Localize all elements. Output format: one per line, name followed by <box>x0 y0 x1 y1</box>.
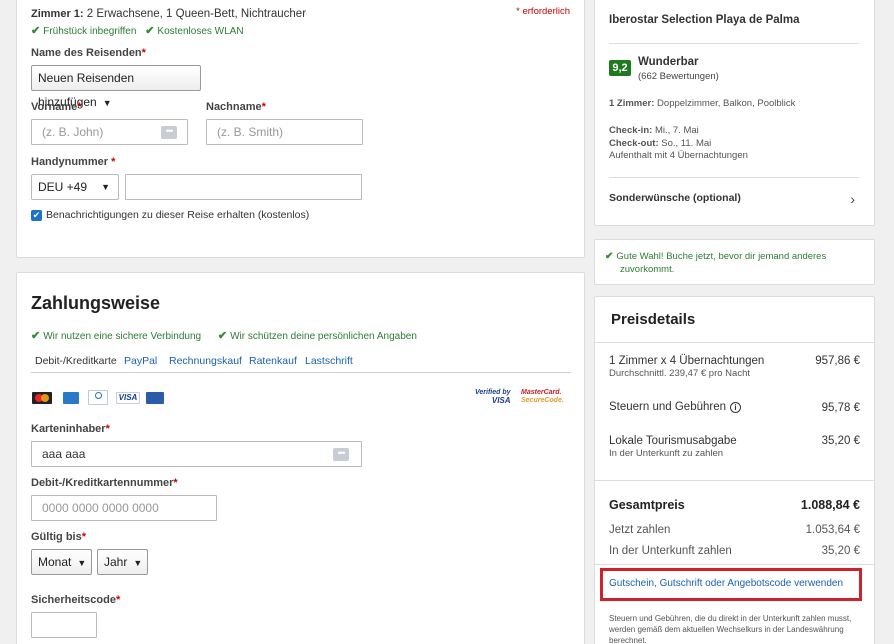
card-number-input[interactable]: 0000 0000 0000 0000 <box>31 495 217 521</box>
room-info: 1 Zimmer: Doppelzimmer, Balkon, Poolblic… <box>609 98 796 109</box>
chevron-down-icon: ▼ <box>133 558 143 568</box>
check-icon: ✔ <box>31 330 41 342</box>
chevron-down-icon: ▼ <box>101 182 110 192</box>
chevron-down-icon: ▼ <box>102 98 112 108</box>
card-holder-label: Karteninhaber* <box>31 423 110 435</box>
autofill-icon[interactable]: ••• <box>333 448 349 461</box>
amenity-wifi: Kostenloses WLAN <box>157 26 244 37</box>
expiry-year-select[interactable]: Jahr ▼ <box>97 549 148 575</box>
tab-direct-debit[interactable]: Lastschrift <box>305 355 353 367</box>
traveler-select[interactable]: Neuen Reisenden hinzufügen ▼ <box>31 65 201 109</box>
mastercard-securecode-logo-icon: MasterCard. SecureCode. <box>521 389 564 404</box>
traveler-name-label: Name des Reisenden* <box>31 47 146 59</box>
autofill-icon[interactable]: ••• <box>161 126 177 139</box>
pay-later-value: 35,20 € <box>821 545 860 557</box>
price-tourism-value: 35,20 € <box>821 435 860 447</box>
visa-logo-icon: VISA <box>116 392 140 404</box>
check-icon: ✔ <box>605 251 614 262</box>
chevron-right-icon: › <box>850 191 855 207</box>
room-title: Zimmer 1: <box>31 8 84 20</box>
payment-title: Zahlungsweise <box>31 293 161 313</box>
divider <box>609 43 859 44</box>
rating-score-badge: 9,2 <box>609 60 631 76</box>
room-summary: Zimmer 1: 2 Erwachsene, 1 Queen-Bett, Ni… <box>31 8 306 20</box>
card-holder-input[interactable]: aaa aaa ••• <box>31 441 362 467</box>
special-requests-label: Sonderwünsche (optional) <box>609 192 741 204</box>
pay-now-label: Jetzt zahlen <box>609 524 671 536</box>
room-description: 2 Erwachsene, 1 Queen-Bett, Nichtraucher <box>86 8 307 20</box>
first-name-label: Vorname* <box>31 101 82 113</box>
divider <box>595 564 874 565</box>
urgency-text: ✔ Gute Wahl! Buche jetzt, bevor dir jeman… <box>605 251 827 275</box>
total-label: Gesamtpreis <box>609 498 685 512</box>
check-in-date: Check-in: Mi., 7. Mai <box>609 125 699 136</box>
divider <box>609 177 859 178</box>
check-icon: ✔ <box>145 25 155 37</box>
tab-installments[interactable]: Ratenkauf <box>249 355 297 367</box>
info-icon[interactable]: i <box>730 401 742 413</box>
chevron-down-icon: ▼ <box>77 558 87 568</box>
first-name-input[interactable]: (z. B. John) ••• <box>31 119 188 145</box>
stay-length: Aufenthalt mit 4 Übernachtungen <box>609 150 748 161</box>
secure-connection-note: Wir nutzen eine sichere Verbindung <box>43 331 202 342</box>
notify-label: Benachrichtigungen zu dieser Reise erhal… <box>46 209 310 221</box>
discover-logo-icon <box>88 390 108 405</box>
amex-logo-icon <box>63 392 79 404</box>
traveler-card: Zimmer 1: 2 Erwachsene, 1 Queen-Bett, Ni… <box>16 0 585 258</box>
tab-paypal[interactable]: PayPal <box>124 355 157 367</box>
phone-label: Handynummer * <box>31 156 116 168</box>
phone-input[interactable] <box>125 174 362 200</box>
checkbox-checked[interactable]: ✔ <box>31 209 42 221</box>
card-number-label: Debit-/Kreditkartennummer* <box>31 477 178 489</box>
phone-country-select[interactable]: DEU +49 ▼ <box>31 174 119 200</box>
check-icon: ✔ <box>31 25 41 37</box>
last-name-label: Nachname* <box>206 101 266 113</box>
coupon-link[interactable]: Gutschein, Gutschrift oder Angebotscode … <box>609 578 843 589</box>
tab-invoice[interactable]: Rechnungskauf <box>169 355 242 367</box>
total-value: 1.088,84 € <box>800 498 860 512</box>
security-code-input[interactable] <box>31 612 97 638</box>
price-row-rooms: 1 Zimmer x 4 Übernachtungen Durchschnitt… <box>609 355 765 379</box>
tax-footnote: Steuern und Gebühren, die du direkt in d… <box>609 614 852 644</box>
special-requests-row[interactable]: Sonderwünsche (optional) › <box>609 191 859 210</box>
tab-divider <box>31 372 571 373</box>
expiry-month-select[interactable]: Monat ▼ <box>31 549 92 575</box>
security-notes: ✔ Wir nutzen eine sichere Verbindung ✔ Wir… <box>31 329 417 342</box>
pay-later-label: In der Unterkunft zahlen <box>609 545 732 557</box>
divider <box>595 342 874 343</box>
visa-electron-logo-icon <box>146 392 164 404</box>
review-count: (662 Bewertungen) <box>638 71 719 82</box>
mastercard-logo-icon <box>32 392 52 404</box>
last-name-input[interactable]: (z. B. Smith) <box>206 119 363 145</box>
payment-card: Zahlungsweise ✔ Wir nutzen eine sichere V… <box>16 272 585 644</box>
divider <box>595 480 874 481</box>
notify-option[interactable]: ✔ Benachrichtigungen zu dieser Reise erh… <box>31 209 309 221</box>
privacy-note: Wir schützen deine persönlichen Angaben <box>230 331 417 342</box>
amenity-breakfast: Frühstück inbegriffen <box>43 26 137 37</box>
price-row-taxes: Steuern und Gebühren i <box>609 401 742 413</box>
room-amenities: ✔ Frühstück inbegriffen ✔ Kostenloses WLAN <box>31 24 244 37</box>
price-taxes-value: 95,78 € <box>821 402 860 414</box>
tab-card[interactable]: Debit-/Kreditkarte <box>35 355 117 367</box>
urgency-notice: ✔ Gute Wahl! Buche jetzt, bevor dir jeman… <box>594 239 875 285</box>
stay-dates: Check-in: Mi., 7. Mai Check-out: So., 11… <box>609 125 748 163</box>
expiry-label: Gültig bis* <box>31 531 87 543</box>
price-details-title: Preisdetails <box>611 311 696 328</box>
rating-word: Wunderbar <box>638 56 699 68</box>
pay-now-value: 1.053,64 € <box>805 524 860 536</box>
price-rooms-value: 957,86 € <box>815 355 860 367</box>
check-icon: ✔ <box>217 330 228 342</box>
price-row-tourism: Lokale Tourismusabgabe In der Unterkunft… <box>609 435 737 459</box>
required-note: * erforderlich <box>516 6 570 17</box>
hotel-name: Iberostar Selection Playa de Palma <box>609 14 800 26</box>
security-code-label: Sicherheitscode* <box>31 594 121 606</box>
price-details-card: Preisdetails 1 Zimmer x 4 Übernachtungen… <box>594 296 875 644</box>
verified-by-visa-logo-icon: Verified by VISA <box>475 389 511 405</box>
check-out-date: Check-out: So., 11. Mai <box>609 137 712 149</box>
hotel-summary-card: Iberostar Selection Playa de Palma 9,2 W… <box>594 0 875 226</box>
